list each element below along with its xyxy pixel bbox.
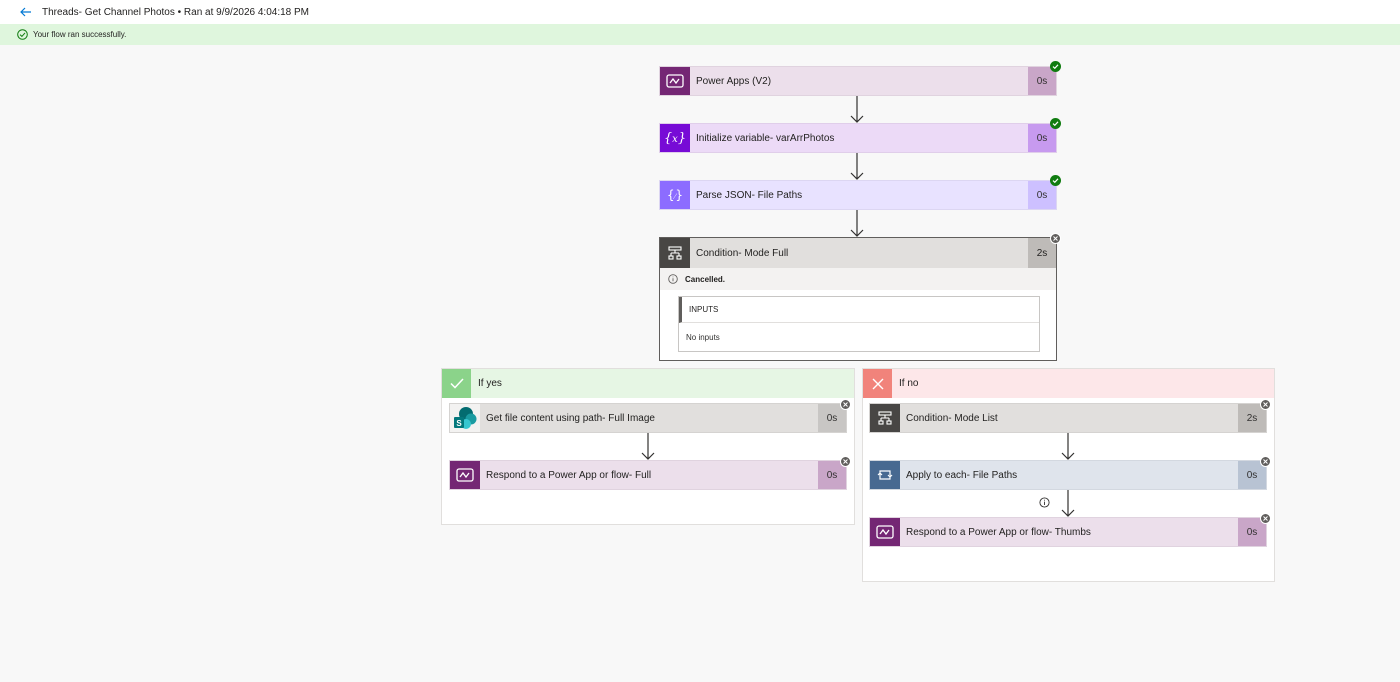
- cancelled-icon: [1260, 513, 1271, 524]
- step-get-file-content[interactable]: S Get file content using path- Full Imag…: [449, 403, 847, 433]
- cancelled-icon: [1050, 233, 1061, 244]
- connector-arrow: [1061, 433, 1075, 460]
- power-apps-icon: [660, 67, 690, 95]
- step-label: Respond to a Power App or flow- Full: [486, 469, 652, 481]
- branch-label: If yes: [478, 378, 502, 389]
- cancelled-icon: [840, 399, 851, 410]
- back-arrow-icon[interactable]: [18, 4, 34, 20]
- cancelled-status-row: Cancelled.: [660, 268, 1056, 290]
- cancelled-icon: [840, 456, 851, 467]
- step-label: Power Apps (V2): [696, 75, 772, 87]
- success-check-icon: [17, 29, 28, 40]
- success-check-icon: [1050, 175, 1061, 186]
- check-icon: [442, 369, 471, 398]
- step-initialize-variable[interactable]: {x} Initialize variable- varArrPhotos 0s: [659, 123, 1057, 153]
- step-respond-full[interactable]: Respond to a Power App or flow- Full 0s: [449, 460, 847, 490]
- step-apply-to-each[interactable]: Apply to each- File Paths 0s: [869, 460, 1267, 490]
- info-icon: [668, 274, 678, 284]
- step-label: Respond to a Power App or flow- Thumbs: [906, 526, 1091, 538]
- sharepoint-icon: S: [450, 404, 480, 432]
- condition-mode-full-panel: Condition- Mode Full 2s Cancelled. INPUT…: [659, 237, 1057, 361]
- power-apps-icon: [450, 461, 480, 489]
- inputs-header: INPUTS: [679, 297, 1039, 323]
- svg-text:S: S: [456, 419, 462, 428]
- step-label: Initialize variable- varArrPhotos: [696, 132, 835, 144]
- step-label: Parse JSON- File Paths: [696, 189, 803, 201]
- branch-yes-header[interactable]: If yes: [442, 369, 854, 398]
- cancelled-icon: [1260, 399, 1271, 410]
- step-label: Apply to each- File Paths: [906, 469, 1018, 481]
- loop-icon: [870, 461, 900, 489]
- step-label: Condition- Mode Full: [696, 247, 789, 259]
- connector-arrow: [850, 96, 864, 123]
- step-condition-mode-list[interactable]: Condition- Mode List 2s: [869, 403, 1267, 433]
- condition-icon: [870, 404, 900, 432]
- close-icon: [863, 369, 892, 398]
- success-check-icon: [1050, 61, 1061, 72]
- step-power-apps-v2[interactable]: Power Apps (V2) 0s: [659, 66, 1057, 96]
- top-bar: Threads- Get Channel Photos • Ran at 9/9…: [0, 0, 1400, 24]
- parse-json-icon: {⁄}: [660, 181, 690, 209]
- connector-arrow: [1061, 490, 1075, 517]
- success-check-icon: [1050, 118, 1061, 129]
- flow-run-title: Threads- Get Channel Photos • Ran at 9/9…: [42, 6, 309, 18]
- inputs-value: No inputs: [686, 332, 720, 342]
- step-parse-json[interactable]: {⁄} Parse JSON- File Paths 0s: [659, 180, 1057, 210]
- condition-icon: [660, 238, 690, 268]
- success-message: Your flow ran successfully.: [33, 30, 127, 39]
- cancelled-icon: [1260, 456, 1271, 467]
- success-banner: Your flow ran successfully.: [0, 24, 1400, 45]
- branch-label: If no: [899, 378, 919, 389]
- power-apps-icon: [870, 518, 900, 546]
- info-icon[interactable]: [1039, 497, 1050, 508]
- connector-arrow: [850, 210, 864, 237]
- connector-arrow: [850, 153, 864, 180]
- inputs-section: INPUTS No inputs: [678, 296, 1040, 352]
- step-respond-thumbs[interactable]: Respond to a Power App or flow- Thumbs 0…: [869, 517, 1267, 547]
- status-text: Cancelled.: [685, 274, 726, 284]
- step-label: Condition- Mode List: [906, 412, 998, 424]
- connector-arrow: [641, 433, 655, 460]
- step-label: Get file content using path- Full Image: [486, 412, 655, 424]
- variable-icon: {x}: [660, 124, 690, 152]
- branch-no-header[interactable]: If no: [863, 369, 1274, 398]
- step-condition-mode-full[interactable]: Condition- Mode Full 2s: [660, 238, 1056, 268]
